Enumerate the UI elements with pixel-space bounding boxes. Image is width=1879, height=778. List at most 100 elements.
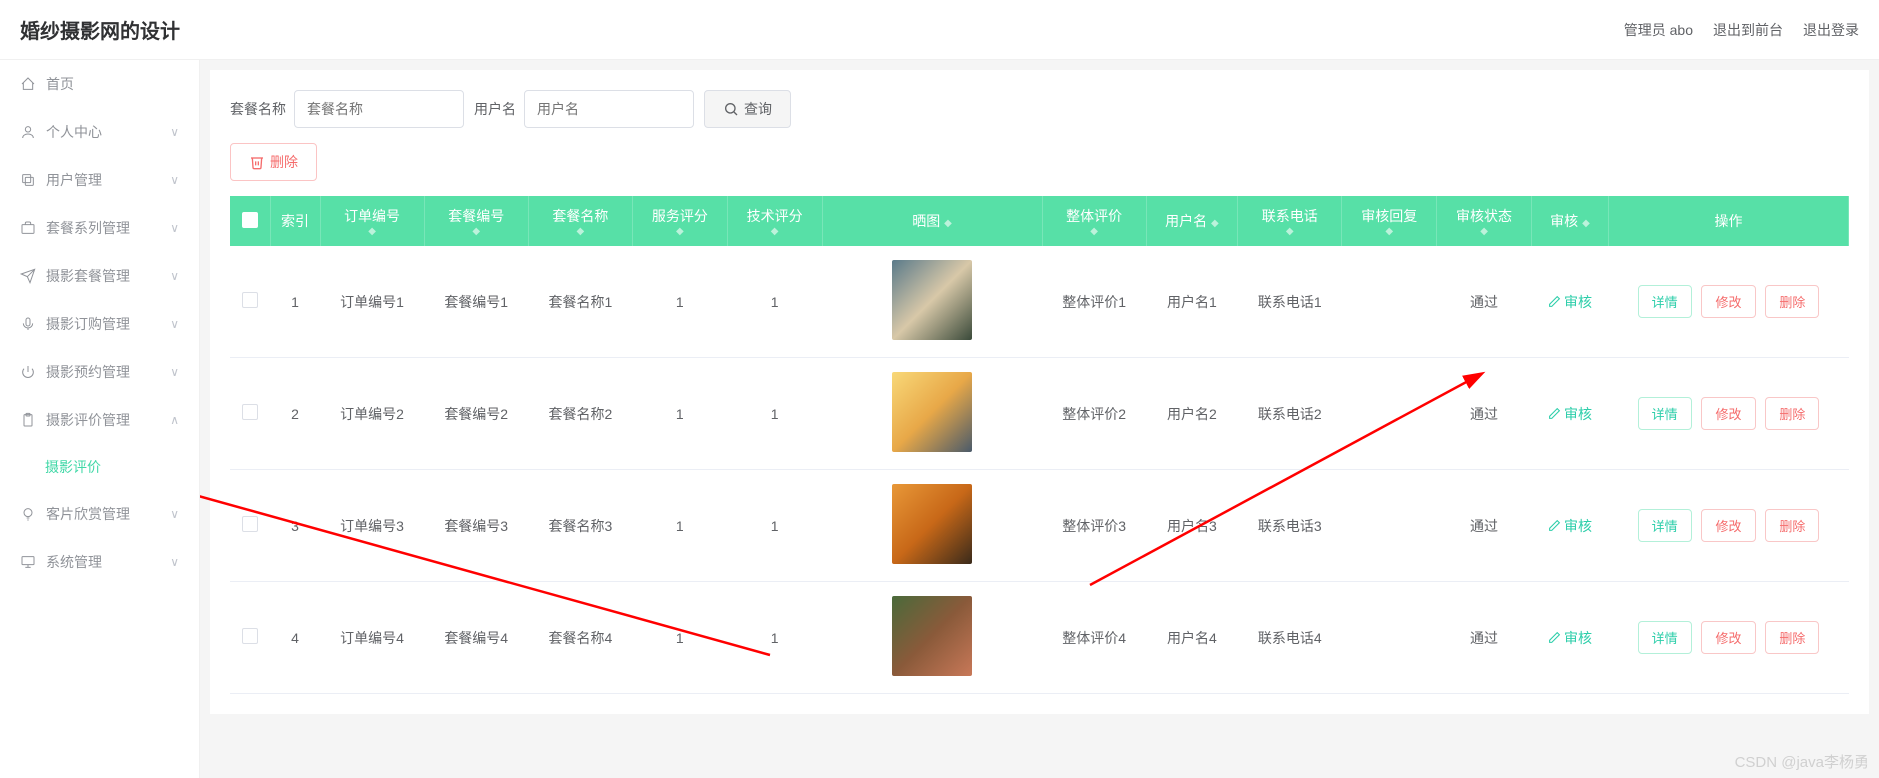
edit-button[interactable]: 修改	[1701, 285, 1755, 318]
send-icon	[20, 268, 36, 284]
username-label: 用户名	[474, 99, 516, 119]
sidebar: 首页个人中心∨用户管理∨套餐系列管理∨摄影套餐管理∨摄影订购管理∨摄影预约管理∨…	[0, 60, 200, 778]
cell-username: 用户名4	[1146, 582, 1238, 694]
sidebar-item-8[interactable]: 客片欣赏管理 ∨	[0, 490, 199, 538]
table-header-row: 索引 订单编号◆ 套餐编号◆ 套餐名称◆ 服务评分◆ 技术评分◆ 晒图 ◆ 整体…	[230, 196, 1849, 246]
cell-audit-reply	[1342, 470, 1437, 582]
chevron-down-icon: ∨	[170, 125, 179, 139]
sidebar-item-5[interactable]: 摄影订购管理∨	[0, 300, 199, 348]
col-audit[interactable]: 审核	[1550, 213, 1578, 229]
sidebar-item-label: 摄影订购管理	[46, 314, 130, 334]
cell-package-no: 套餐编号2	[424, 358, 528, 470]
action-bar: 删除	[230, 143, 1849, 181]
row-checkbox[interactable]	[242, 516, 258, 532]
row-image[interactable]	[892, 596, 972, 676]
search-bar: 套餐名称 用户名 查询	[230, 90, 1849, 128]
detail-button[interactable]: 详情	[1638, 397, 1692, 430]
username-input[interactable]	[524, 90, 694, 128]
cell-package-no: 套餐编号1	[424, 246, 528, 358]
sidebar-item-2[interactable]: 用户管理∨	[0, 156, 199, 204]
detail-button[interactable]: 详情	[1638, 509, 1692, 542]
sidebar-item-1[interactable]: 个人中心∨	[0, 108, 199, 156]
cell-order-no: 订单编号2	[320, 358, 424, 470]
search-icon	[723, 101, 739, 117]
audit-link[interactable]: 审核	[1548, 404, 1592, 424]
row-image[interactable]	[892, 260, 972, 340]
cell-audit-status: 通过	[1437, 582, 1532, 694]
row-checkbox[interactable]	[242, 292, 258, 308]
package-name-input[interactable]	[294, 90, 464, 128]
col-service-score[interactable]: 服务评分	[652, 208, 708, 224]
edit-button[interactable]: 修改	[1701, 397, 1755, 430]
sidebar-item-0[interactable]: 首页	[0, 60, 199, 108]
row-checkbox[interactable]	[242, 628, 258, 644]
col-overall[interactable]: 整体评价	[1066, 208, 1122, 224]
table-row: 2 订单编号2 套餐编号2 套餐名称2 1 1 整体评价2 用户名2 联系电话2…	[230, 358, 1849, 470]
bulb-icon	[20, 506, 36, 522]
cell-service-score: 1	[632, 358, 727, 470]
audit-link[interactable]: 审核	[1548, 516, 1592, 536]
edit-icon	[1548, 631, 1561, 644]
col-package-name[interactable]: 套餐名称	[552, 208, 608, 224]
cell-service-score: 1	[632, 246, 727, 358]
col-audit-reply[interactable]: 审核回复	[1361, 208, 1417, 224]
cell-package-name: 套餐名称3	[528, 470, 632, 582]
cell-phone: 联系电话1	[1238, 246, 1342, 358]
batch-delete-label: 删除	[270, 152, 298, 172]
header-right: 管理员 abo 退出到前台 退出登录	[1624, 20, 1859, 40]
col-username[interactable]: 用户名	[1165, 213, 1207, 229]
col-order-no[interactable]: 订单编号	[344, 208, 400, 224]
col-image[interactable]: 晒图	[912, 213, 940, 229]
logout-link[interactable]: 退出登录	[1803, 20, 1859, 40]
batch-delete-button[interactable]: 删除	[230, 143, 317, 181]
audit-link[interactable]: 审核	[1548, 628, 1592, 648]
row-image[interactable]	[892, 372, 972, 452]
delete-button[interactable]: 删除	[1765, 621, 1819, 654]
detail-button[interactable]: 详情	[1638, 621, 1692, 654]
sidebar-item-label: 客片欣赏管理	[46, 504, 130, 524]
cell-tech-score: 1	[727, 470, 822, 582]
sidebar-item-3[interactable]: 套餐系列管理∨	[0, 204, 199, 252]
audit-link[interactable]: 审核	[1548, 292, 1592, 312]
select-all-checkbox[interactable]	[242, 212, 258, 228]
col-ops: 操作	[1715, 213, 1743, 229]
sidebar-item-label: 摄影套餐管理	[46, 266, 130, 286]
edit-button[interactable]: 修改	[1701, 621, 1755, 654]
row-image[interactable]	[892, 484, 972, 564]
col-package-no[interactable]: 套餐编号	[448, 208, 504, 224]
cell-service-score: 1	[632, 470, 727, 582]
col-audit-status[interactable]: 审核状态	[1456, 208, 1512, 224]
chevron-down-icon: ∨	[170, 365, 179, 379]
delete-button[interactable]: 删除	[1765, 285, 1819, 318]
cell-service-score: 1	[632, 582, 727, 694]
row-checkbox[interactable]	[242, 404, 258, 420]
admin-label[interactable]: 管理员 abo	[1624, 20, 1693, 40]
chevron-down-icon: ∨	[170, 555, 179, 569]
detail-button[interactable]: 详情	[1638, 285, 1692, 318]
sidebar-item-label: 摄影评价管理	[46, 410, 130, 430]
col-tech-score[interactable]: 技术评分	[747, 208, 803, 224]
table-row: 1 订单编号1 套餐编号1 套餐名称1 1 1 整体评价1 用户名1 联系电话1…	[230, 246, 1849, 358]
delete-button[interactable]: 删除	[1765, 397, 1819, 430]
cell-tech-score: 1	[727, 582, 822, 694]
col-phone[interactable]: 联系电话	[1262, 208, 1318, 224]
cell-overall: 整体评价2	[1042, 358, 1146, 470]
sidebar-item-7[interactable]: 摄影评价管理∧	[0, 396, 199, 444]
main-content: 套餐名称 用户名 查询 删除	[200, 60, 1879, 778]
chevron-down-icon: ∨	[170, 507, 179, 521]
cell-audit-reply	[1342, 582, 1437, 694]
cell-overall: 整体评价1	[1042, 246, 1146, 358]
sidebar-item-label: 摄影预约管理	[46, 362, 130, 382]
submenu-item[interactable]: 摄影评价	[0, 444, 199, 490]
edit-button[interactable]: 修改	[1701, 509, 1755, 542]
sidebar-item-6[interactable]: 摄影预约管理 ∨	[0, 348, 199, 396]
package-name-label: 套餐名称	[230, 99, 286, 119]
chevron-down-icon: ∨	[170, 269, 179, 283]
delete-button[interactable]: 删除	[1765, 509, 1819, 542]
cell-index: 1	[270, 246, 320, 358]
query-button[interactable]: 查询	[704, 90, 791, 128]
sidebar-item-9[interactable]: 系统管理∨	[0, 538, 199, 586]
cell-tech-score: 1	[727, 358, 822, 470]
exit-front-link[interactable]: 退出到前台	[1713, 20, 1783, 40]
sidebar-item-4[interactable]: 摄影套餐管理 ∨	[0, 252, 199, 300]
